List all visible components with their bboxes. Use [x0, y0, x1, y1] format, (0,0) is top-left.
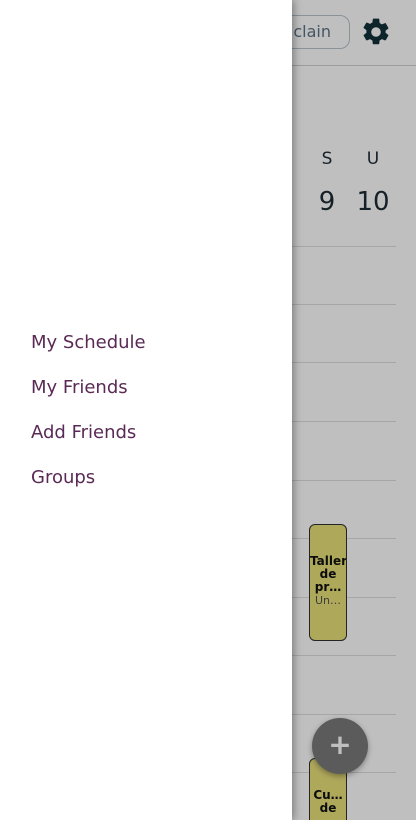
- menu-item-add-friends[interactable]: Add Friends: [31, 420, 146, 445]
- navigation-drawer: My Schedule My Friends Add Friends Group…: [0, 0, 292, 820]
- menu-item-my-schedule[interactable]: My Schedule: [31, 330, 146, 355]
- menu-item-groups[interactable]: Groups: [31, 465, 146, 490]
- menu-item-my-friends[interactable]: My Friends: [31, 375, 146, 400]
- drawer-menu: My Schedule My Friends Add Friends Group…: [31, 330, 146, 510]
